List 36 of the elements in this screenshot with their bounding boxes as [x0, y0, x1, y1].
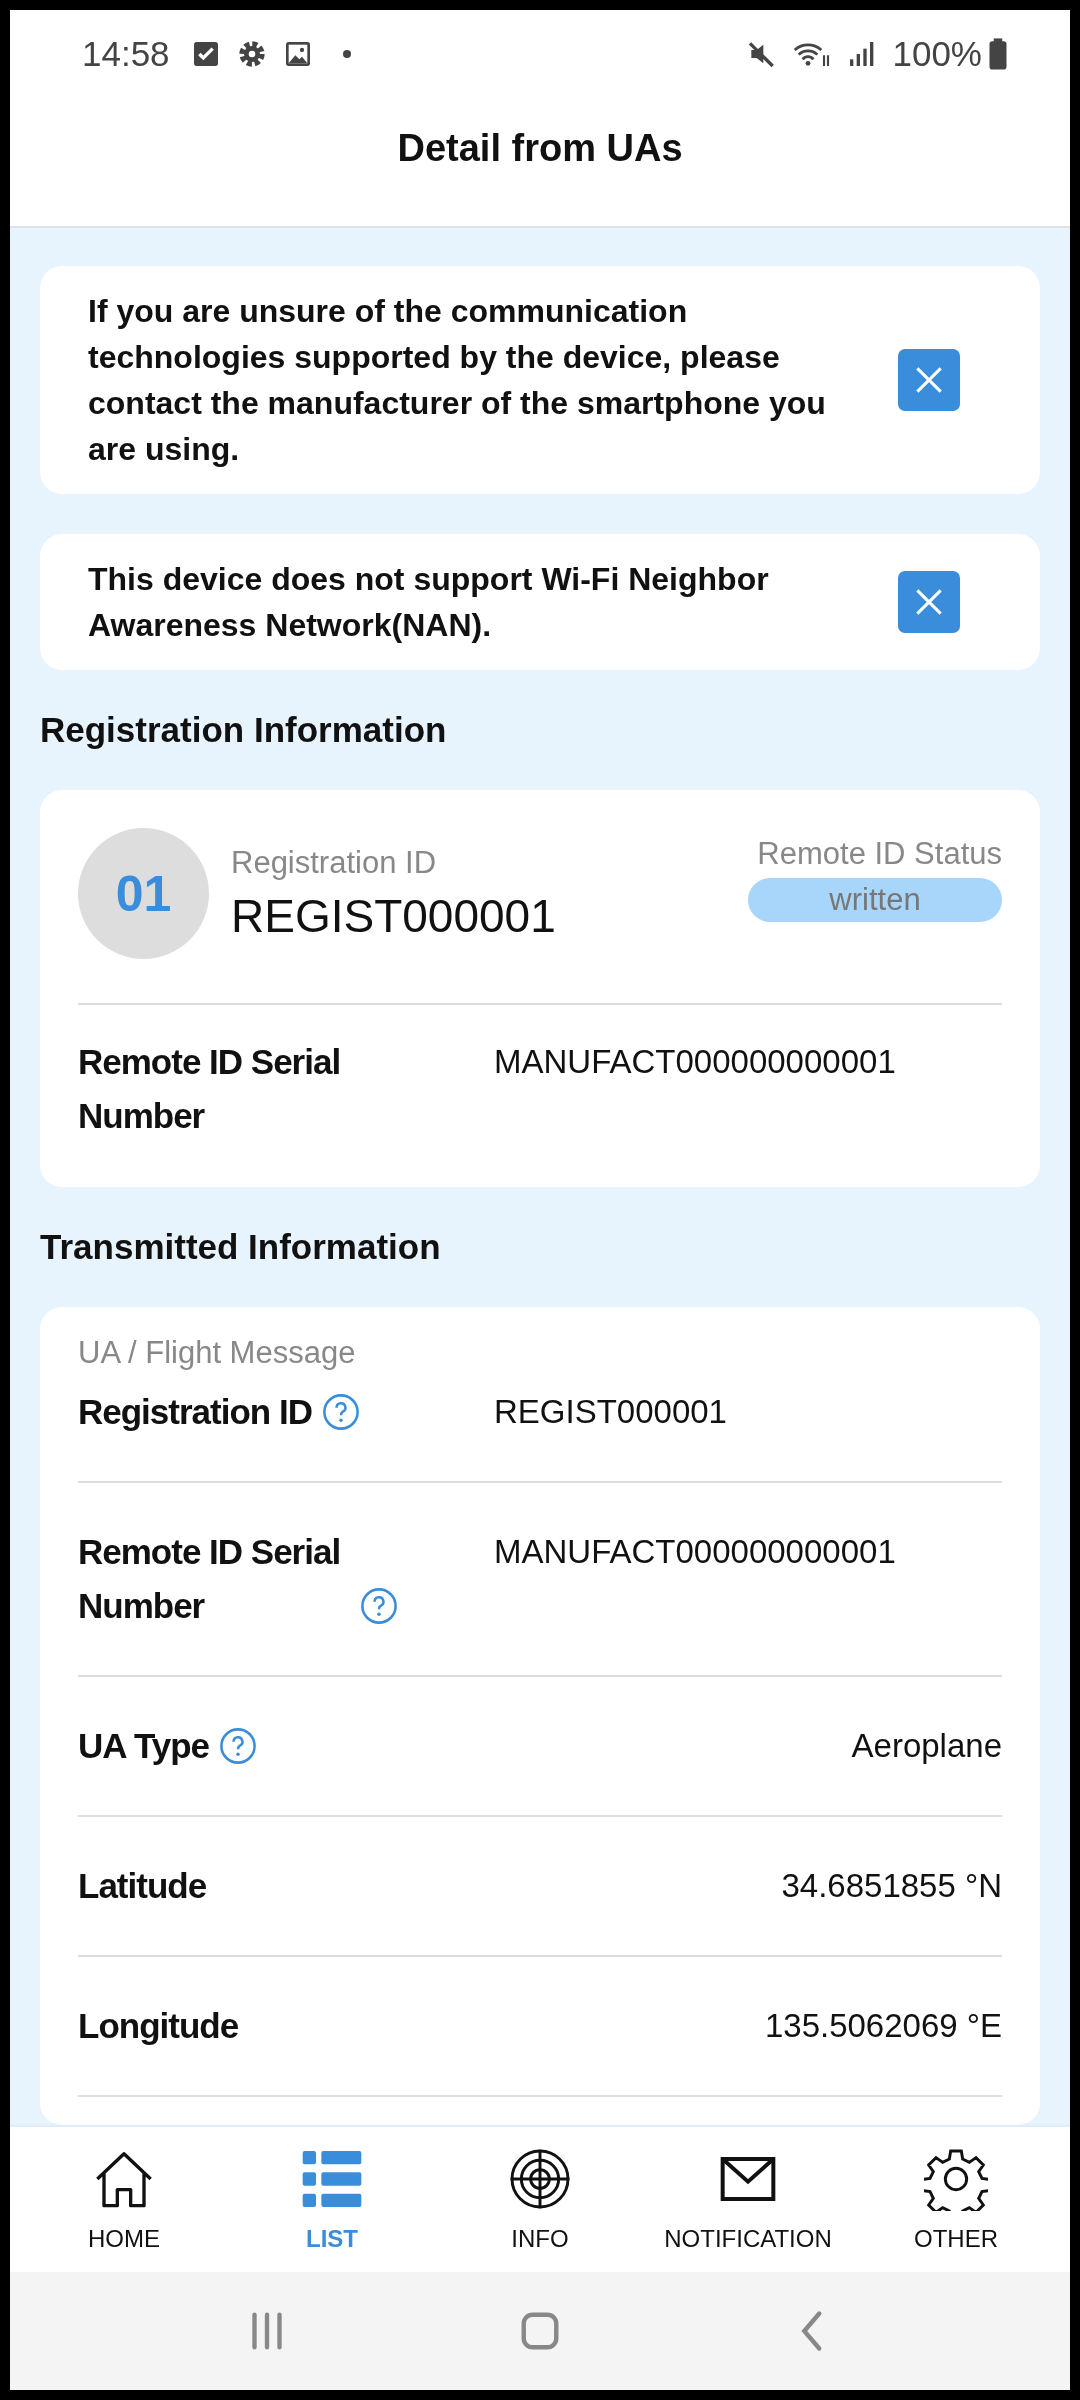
row-label: Remote ID Serial Number	[78, 1041, 342, 1137]
group-label: UA / Flight Message	[78, 1335, 357, 1371]
section-heading: Registration Information	[40, 710, 448, 750]
row-label: Remote ID Serial Number	[78, 1531, 342, 1627]
registration-id: REGIST000001	[231, 888, 557, 943]
nav-tab[interactable]: NOTIFICATION	[648, 2127, 848, 2272]
battery-icon	[988, 37, 1008, 71]
number-badge: 01	[78, 828, 209, 959]
nav-tab[interactable]: INFO	[440, 2127, 640, 2272]
row-value: REGIST000001	[494, 1392, 727, 1432]
status-time: 14:58	[82, 34, 170, 74]
page-title: Detail from UAs	[397, 126, 683, 171]
battery-percent: 100%	[892, 34, 982, 74]
notice-text: This device does not support Wi-Fi Neighbor Awareness Network(NAN).	[88, 560, 770, 645]
section-heading: Transmitted Information	[40, 1227, 442, 1267]
help-icon[interactable]	[360, 1587, 398, 1625]
status-badge: written	[748, 877, 1002, 922]
field-label: Registration ID	[231, 844, 438, 881]
help-icon[interactable]	[321, 1393, 360, 1431]
row-label: Latitude	[78, 1865, 207, 1907]
nav-tab[interactable]: HOME	[24, 2127, 224, 2272]
notice-text: If you are unsure of the communication technologies supported by the device, please contact the manufacturer of the smartphone you are using.	[88, 292, 827, 469]
close-button[interactable]	[898, 349, 960, 411]
row-label: UA Type	[78, 1725, 210, 1767]
row-value: MANUFACT000000000001	[494, 1532, 896, 1572]
row-value: Aeroplane	[850, 1726, 1002, 1766]
help-icon[interactable]	[219, 1727, 258, 1765]
dot-icon	[341, 49, 352, 59]
close-button[interactable]	[898, 571, 960, 633]
row-value: 34.6851855 °N	[780, 1866, 1002, 1906]
row-label: Registration ID	[78, 1391, 312, 1433]
row-value: 135.5062069 °E	[763, 2006, 1002, 2046]
row-value: MANUFACT000000000001	[494, 1042, 896, 1082]
field-label: Remote ID Status	[757, 835, 1002, 872]
row-label: Longitude	[78, 2005, 239, 2047]
nav-tab[interactable]: OTHER	[856, 2127, 1056, 2272]
